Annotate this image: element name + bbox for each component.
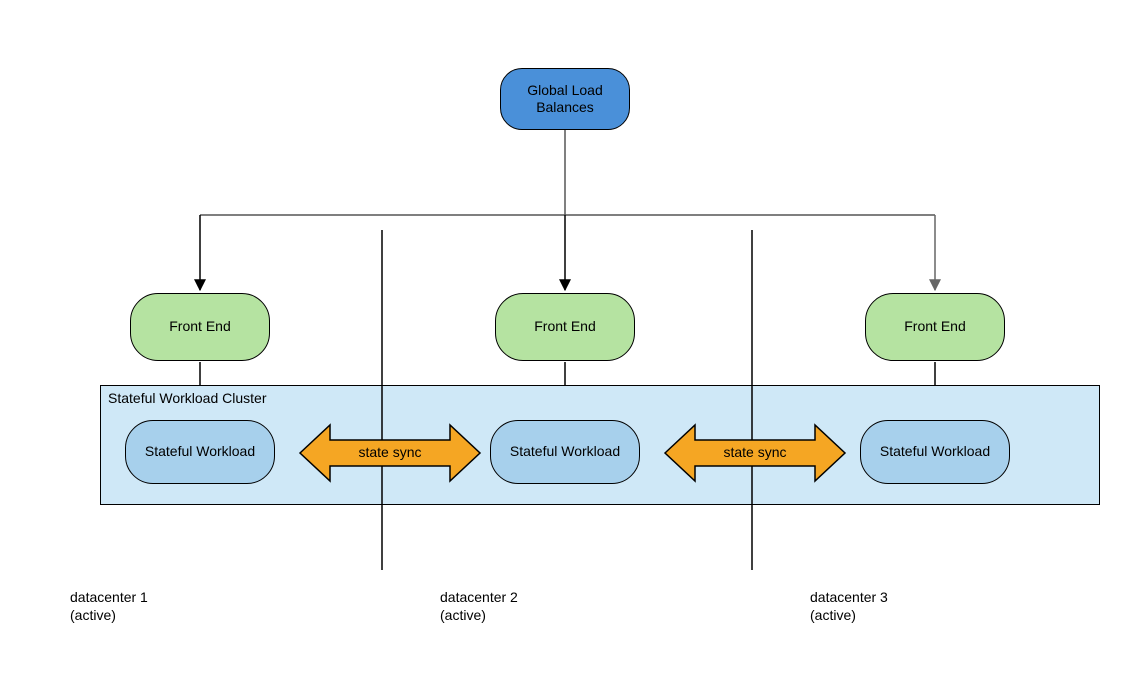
stateful-workload-node-1: Stateful Workload <box>125 420 275 484</box>
datacenter-label-2: datacenter 2 (active) <box>440 588 560 624</box>
front-end-node-2: Front End <box>495 293 635 361</box>
datacenter-label-1: datacenter 1 (active) <box>70 588 190 624</box>
stateful-workload-node-2: Stateful Workload <box>490 420 640 484</box>
diagram-stage: Stateful Workload Cluster state sync sta… <box>0 0 1122 697</box>
datacenter-label-3: datacenter 3 (active) <box>810 588 930 624</box>
global-load-balancer-node: Global Load Balances <box>500 68 630 130</box>
front-end-node-3: Front End <box>865 293 1005 361</box>
stateful-workload-node-3: Stateful Workload <box>860 420 1010 484</box>
stateful-cluster-title: Stateful Workload Cluster <box>108 390 266 406</box>
front-end-node-1: Front End <box>130 293 270 361</box>
